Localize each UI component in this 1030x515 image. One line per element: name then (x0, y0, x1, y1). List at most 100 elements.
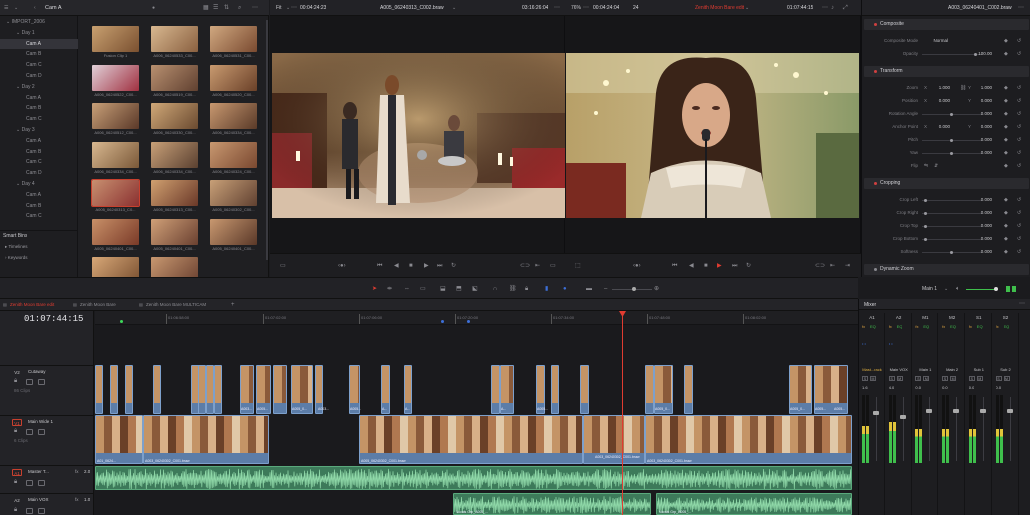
reset-icon[interactable]: ↺ (1017, 149, 1021, 157)
video-clip[interactable] (125, 365, 133, 414)
crop-value[interactable]: 0.000 (970, 208, 992, 218)
sort-icon[interactable]: ● (152, 4, 155, 12)
clip-thumbnail[interactable]: A005_06240401_C00... (92, 218, 139, 257)
clip-thumbnail[interactable]: A006_06240324_C00... (210, 141, 257, 180)
reset-icon[interactable]: ↺ (1017, 248, 1021, 256)
list-mode-icon[interactable]: ☰ (213, 4, 218, 12)
replace-clip-icon[interactable]: ⬕ (472, 285, 478, 293)
play-icon[interactable]: ▶ (717, 262, 722, 270)
clip-thumbnail[interactable]: A006_06240519_C00... (151, 64, 198, 103)
track-name[interactable]: Cutaway (28, 369, 46, 374)
bin-tree-item[interactable]: ⌄ Day 2 (0, 82, 78, 93)
more-options-icon[interactable]: ⋯ (1019, 300, 1025, 308)
channel-fx[interactable]: fx (862, 324, 865, 329)
rotation-value[interactable]: 0.000 (970, 109, 992, 119)
keyframe-icon[interactable]: ◆ (1004, 50, 1008, 58)
mute-button[interactable]: M (1003, 376, 1010, 381)
jog-icon[interactable]: ‹●› (633, 262, 641, 270)
bin-tree-item[interactable]: Cam A (0, 38, 78, 50)
source-timecode[interactable]: 00:04:24:23 (300, 5, 326, 11)
media-pool-scrollbar[interactable] (266, 20, 268, 260)
selection-tool-icon[interactable]: ➤ (372, 285, 377, 293)
clip-thumbnail[interactable]: A006_06240334_C00... (151, 141, 198, 180)
zoom-y-value[interactable]: 1.000 (970, 83, 992, 93)
video-clip[interactable] (645, 365, 654, 414)
bin-tree-item[interactable]: Cam A (0, 190, 78, 201)
play-icon[interactable]: ▶ (424, 262, 429, 270)
video-clip[interactable] (153, 365, 161, 414)
clip-thumbnail[interactable]: A006_06240512_C00... (92, 103, 139, 141)
reset-icon[interactable]: ↺ (1017, 110, 1021, 118)
skip-start-icon[interactable]: ⏮ (377, 262, 382, 270)
fader-knob[interactable] (953, 408, 960, 413)
crop-value[interactable]: 0.000 (970, 247, 992, 257)
bin-tree-item[interactable]: Cam C (0, 60, 78, 71)
slider-knob[interactable] (924, 238, 927, 241)
pitch-value[interactable]: 0.000 (970, 135, 992, 145)
lock-icon[interactable]: 🔒︎ (14, 377, 17, 385)
keyframe-icon[interactable]: ◆ (1004, 162, 1008, 170)
volume-slider-knob[interactable] (994, 287, 998, 291)
mute-button[interactable] (38, 480, 45, 486)
clip-thumbnail[interactable]: A006_06240531_C00... (210, 26, 257, 64)
slider-knob[interactable] (924, 225, 927, 228)
smart-bin-keywords[interactable]: › Keywords (5, 255, 28, 260)
volume-fader[interactable] (1009, 397, 1011, 461)
timeline-timecode[interactable]: 01:07:44:15 (24, 314, 83, 324)
more-options-icon[interactable]: ⋯ (554, 4, 560, 12)
bin-tree-item[interactable]: ⌄ IMPORT_2006 (0, 17, 78, 28)
smart-bin-timelines[interactable]: ▸ Timelines (5, 244, 28, 250)
audio-clip[interactable]: Vocals Grp_A005_... (656, 493, 852, 515)
position-x-value[interactable]: 0.000 (928, 96, 950, 106)
video-clip[interactable]: A01_0624... (95, 415, 143, 464)
fader-knob[interactable] (926, 408, 933, 413)
video-clip[interactable] (110, 365, 118, 414)
crop-value[interactable]: 0.000 (970, 221, 992, 231)
audio-clip[interactable] (95, 466, 852, 490)
channel-eq[interactable]: EQ (923, 324, 929, 329)
timeline-tab[interactable]: Zenith Moon Bare edit (0, 299, 54, 311)
keyframe-icon[interactable]: ◆ (1004, 97, 1008, 105)
keyframe-icon[interactable]: ◆ (1004, 248, 1008, 256)
reset-icon[interactable]: ↺ (1017, 209, 1021, 217)
bin-tree-item[interactable]: Cam A (0, 136, 78, 147)
clip-thumbnail[interactable]: A005_06240401_C00... (210, 218, 257, 257)
crop-value[interactable]: 0.000 (970, 234, 992, 244)
reset-icon[interactable]: ↺ (1017, 123, 1021, 131)
link-icon[interactable]: ⛓ (960, 84, 966, 92)
timeline-viewer-timecode[interactable]: 00:04:24:04 (593, 5, 619, 11)
reset-icon[interactable]: ↺ (1017, 50, 1021, 58)
fader-knob[interactable] (1006, 408, 1013, 413)
reset-icon[interactable]: ↺ (1017, 222, 1021, 230)
more-options-icon[interactable]: ⋯ (291, 4, 297, 12)
volume-fader[interactable] (876, 397, 877, 461)
reset-icon[interactable]: ↺ (1017, 162, 1021, 170)
keyframe-icon[interactable]: ◆ (1004, 149, 1008, 157)
pan-indicator[interactable]: • • (862, 341, 866, 346)
bin-tree-item[interactable]: Cam A (0, 93, 78, 104)
keyframe-icon[interactable]: ◆ (1004, 136, 1008, 144)
lock-icon[interactable]: 🔒︎ (14, 478, 17, 486)
video-clip[interactable] (551, 365, 559, 414)
track-fx[interactable]: fx (75, 497, 79, 502)
fader-knob[interactable] (979, 408, 986, 413)
ruler-marker[interactable] (441, 320, 444, 323)
solo-button[interactable]: S (888, 376, 895, 381)
channel-fx[interactable]: fx (942, 324, 945, 329)
video-clip[interactable]: A005_06240302_C001.braw (359, 415, 583, 464)
channel-eq[interactable]: EQ (870, 324, 876, 329)
timeline-ruler[interactable]: 01:06:58:00 01:07:02:00 01:07:06:00 01:07:2… (95, 311, 858, 325)
volume-fader[interactable] (956, 397, 958, 461)
anchor-x-value[interactable]: 0.000 (928, 122, 950, 132)
reset-icon[interactable]: ↺ (1017, 97, 1021, 105)
viewer-options-icon[interactable]: ▭ (280, 262, 286, 270)
ruler-marker[interactable] (120, 320, 123, 323)
composite-mode-select[interactable]: Normal (926, 36, 948, 46)
jog-icon[interactable]: ‹●› (338, 262, 346, 270)
channel-fx[interactable]: fx (915, 324, 918, 329)
reset-icon[interactable]: ↺ (1017, 136, 1021, 144)
slider-knob[interactable] (924, 199, 927, 202)
mute-button[interactable]: M (976, 376, 983, 381)
stop-icon[interactable]: ■ (409, 262, 413, 270)
overwrite-clip-icon[interactable]: ⬒ (456, 285, 462, 293)
